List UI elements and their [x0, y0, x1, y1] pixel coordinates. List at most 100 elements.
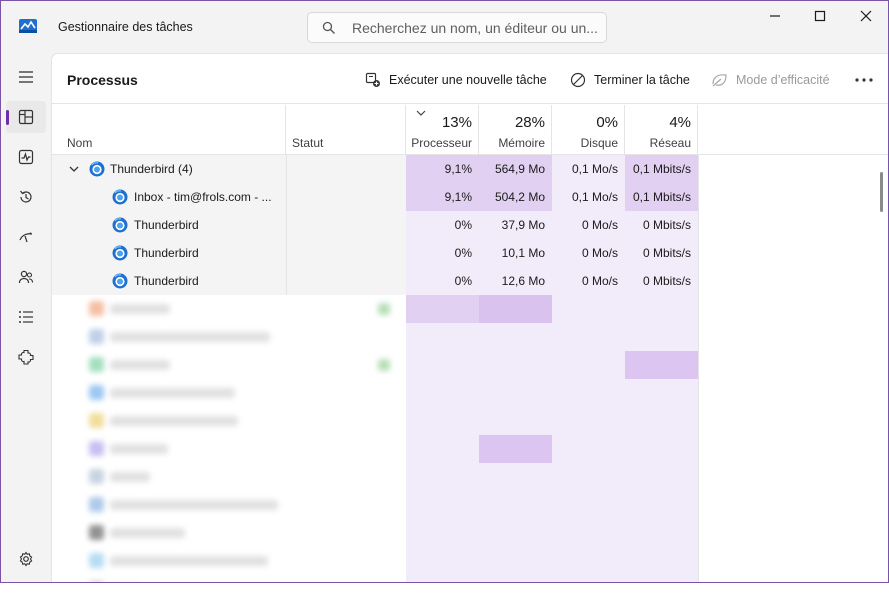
heat-cell	[406, 351, 625, 379]
memory-value: 12,6 Mo	[479, 267, 552, 295]
nav-app-history[interactable]	[6, 181, 46, 213]
table-row[interactable]: Thunderbird (4) 9,1% 564,9 Mo 0,1 Mo/s 0…	[52, 155, 888, 183]
table-row[interactable]: Thunderbird 0% 12,6 Mo 0 Mo/s 0 Mbits/s	[52, 267, 888, 295]
disk-value: 0 Mo/s	[552, 267, 625, 295]
column-cpu[interactable]: 13% Processeur	[406, 105, 479, 155]
efficiency-mode-label: Mode d’efficacité	[736, 73, 830, 87]
run-new-task-label: Exécuter une nouvelle tâche	[389, 73, 547, 87]
blurred-row	[52, 519, 888, 547]
nav-services[interactable]	[6, 341, 46, 373]
search-box[interactable]	[307, 12, 607, 43]
heat-cell	[552, 295, 698, 323]
heat-cell	[406, 491, 698, 519]
column-memory-label: Mémoire	[498, 136, 545, 150]
nav-settings[interactable]	[6, 543, 46, 575]
hamburger-menu-icon	[19, 71, 33, 83]
blurred-app-icon	[89, 553, 104, 568]
app-title: Gestionnaire des tâches	[58, 20, 193, 34]
blurred-app-icon	[89, 497, 104, 512]
startup-apps-icon	[19, 232, 33, 243]
column-memory[interactable]: 28% Mémoire	[479, 105, 552, 155]
vertical-scrollbar-thumb[interactable]	[880, 172, 883, 212]
cpu-total: 13%	[441, 114, 472, 131]
heat-cell	[406, 435, 479, 463]
blurred-app-icon	[89, 385, 104, 400]
network-total: 4%	[669, 114, 691, 131]
column-status-label: Statut	[292, 136, 324, 150]
blurred-row	[52, 491, 888, 519]
maximize-button[interactable]	[798, 5, 842, 27]
thunderbird-icon	[112, 273, 128, 289]
blurred-app-icon	[89, 301, 104, 316]
performance-icon	[18, 149, 34, 165]
column-cpu-label: Processeur	[411, 136, 472, 150]
more-icon	[855, 78, 873, 82]
heat-cell	[406, 519, 698, 547]
nav-details[interactable]	[6, 301, 46, 333]
memory-value: 504,2 Mo	[479, 183, 552, 211]
nav-users[interactable]	[6, 261, 46, 293]
nav-processes[interactable]	[6, 101, 46, 133]
table-row[interactable]: Inbox - tim@frols.com - ... 9,1% 504,2 M…	[52, 183, 888, 211]
disk-value: 0 Mo/s	[552, 211, 625, 239]
cpu-value: 9,1%	[406, 183, 479, 211]
column-disk[interactable]: 0% Disque	[552, 105, 625, 155]
efficiency-mode-button[interactable]: Mode d’efficacité	[711, 70, 830, 90]
blurred-row	[52, 463, 888, 491]
disk-value: 0,1 Mo/s	[552, 155, 625, 183]
disk-total: 0%	[596, 114, 618, 131]
column-network-label: Réseau	[649, 136, 691, 150]
blurred-text	[110, 360, 170, 370]
close-icon	[860, 10, 872, 22]
disk-value: 0,1 Mo/s	[552, 183, 625, 211]
thunderbird-icon	[112, 189, 128, 205]
processes-icon	[18, 109, 34, 125]
end-task-button[interactable]: Terminer la tâche	[570, 70, 690, 90]
more-options-button[interactable]	[852, 70, 876, 90]
blurred-text	[110, 304, 170, 314]
thunderbird-icon	[89, 161, 105, 177]
blurred-row	[52, 323, 888, 351]
sidebar	[1, 53, 51, 582]
chevron-down-icon[interactable]	[69, 164, 79, 174]
memory-value: 10,1 Mo	[479, 239, 552, 267]
cpu-value: 0%	[406, 211, 479, 239]
blurred-app-icon	[89, 413, 104, 428]
blurred-app-icon	[89, 441, 104, 456]
close-button[interactable]	[844, 5, 888, 27]
blurred-app-icon	[89, 329, 104, 344]
blurred-row	[52, 575, 888, 582]
heat-cell	[406, 575, 698, 582]
blurred-app-icon	[89, 469, 104, 484]
memory-value: 564,9 Mo	[479, 155, 552, 183]
search-input[interactable]	[352, 18, 600, 38]
minimize-button[interactable]	[753, 5, 797, 27]
hamburger-menu-button[interactable]	[6, 61, 46, 93]
nav-performance[interactable]	[6, 141, 46, 173]
blurred-text	[110, 528, 185, 538]
task-manager-window: Gestionnaire des tâches Recherchez un no…	[0, 0, 889, 583]
process-name: Thunderbird (4)	[110, 162, 193, 176]
column-name[interactable]: Nom	[52, 105, 286, 155]
active-indicator	[6, 110, 9, 125]
table-row[interactable]: Thunderbird 0% 10,1 Mo 0 Mo/s 0 Mbits/s	[52, 239, 888, 267]
process-name: Thunderbird	[134, 274, 199, 288]
blurred-text	[110, 444, 168, 454]
nav-startup-apps[interactable]	[6, 221, 46, 253]
network-value: 0 Mbits/s	[625, 211, 698, 239]
sort-chevron-down-icon	[416, 110, 426, 116]
blurred-row	[52, 407, 888, 435]
heat-cell	[406, 407, 698, 435]
network-value: 0,1 Mbits/s	[625, 183, 698, 211]
details-icon	[19, 311, 33, 323]
table-row[interactable]: Thunderbird 0% 37,9 Mo 0 Mo/s 0 Mbits/s	[52, 211, 888, 239]
blurred-row	[52, 379, 888, 407]
run-new-task-button[interactable]: Exécuter une nouvelle tâche	[365, 70, 547, 90]
settings-icon	[19, 551, 33, 567]
blurred-row	[52, 547, 888, 575]
column-network[interactable]: 4% Réseau	[625, 105, 698, 155]
column-status[interactable]: Statut	[286, 105, 406, 155]
heat-cell	[406, 295, 479, 323]
blurred-text	[110, 472, 150, 482]
thunderbird-icon	[112, 245, 128, 261]
